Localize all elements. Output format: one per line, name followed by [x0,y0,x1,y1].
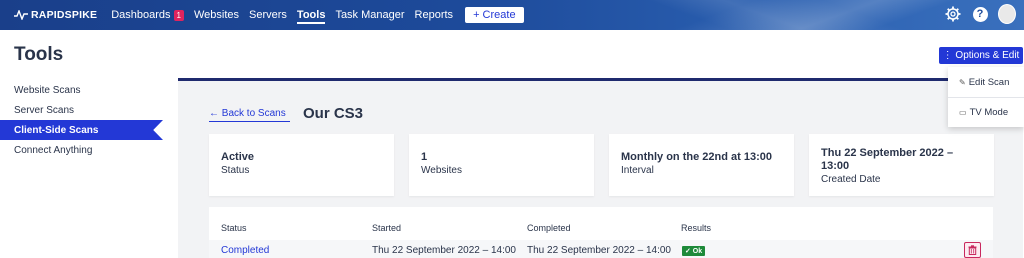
menu-item-edit-scan-label: Edit Scan [968,76,1010,88]
nav-dashboards[interactable]: Dashboards 1 [111,0,184,30]
delete-run-button[interactable] [964,242,981,258]
top-nav: RAPIDSPIKE Dashboards 1 Websites Servers… [0,0,1024,30]
menu-item-edit-scan[interactable]: ✎ Edit Scan [948,67,1024,97]
nav-servers[interactable]: Servers [249,0,287,30]
column-header-completed: Completed [527,223,571,233]
create-button[interactable]: + Create [465,7,524,23]
nav-tools[interactable]: Tools [296,0,325,30]
result-ok-badge: ✓ Ok [682,246,706,256]
run-completed: Thu 22 September 2022 – 14:00 [527,245,671,256]
question-mark-icon: ? [972,6,988,22]
interval-value: Monthly on the 22nd at 13:00 [621,151,772,163]
sidebar-item-connect-anything[interactable]: Connect Anything [0,140,165,160]
help-icon[interactable]: ? [971,5,989,23]
websites-card: 1 Websites [409,134,594,196]
nav-reports[interactable]: Reports [415,0,454,30]
sidebar-item-client-side-scans[interactable]: Client-Side Scans [0,120,163,140]
user-menu[interactable] [998,4,1016,24]
column-header-status: Status [221,223,247,233]
gear-icon[interactable] [944,5,962,23]
status-value: Active [221,151,255,163]
page-title: Tools [14,44,64,65]
sidebar: Website Scans Server Scans Client-Side S… [0,80,165,160]
created-date-card: Thu 22 September 2022 – 13:00 Created Da… [809,134,994,196]
back-to-scans-link[interactable]: ← Back to Scans [209,108,290,122]
created-date-label: Created Date [821,174,881,185]
sidebar-item-website-scans[interactable]: Website Scans [0,80,165,100]
websites-value: 1 [421,151,428,163]
dashboards-count-badge: 1 [173,9,184,21]
brand-name: RAPIDSPIKE [31,9,98,21]
options-edit-button[interactable]: ⋮ Options & Edit [939,47,1023,64]
sidebar-item-server-scans[interactable]: Server Scans [0,100,165,120]
column-header-results: Results [681,223,712,233]
top-icons: ? [935,4,1016,24]
tv-icon: ▭ [959,108,967,117]
scan-title: Our CS3 [303,105,364,122]
created-date-value: Thu 22 September 2022 – 13:00 [821,147,954,172]
rapidspike-logo-icon [14,10,28,20]
interval-card: Monthly on the 22nd at 13:00 Interval [609,134,794,196]
menu-item-tv-mode-label: TV Mode [969,107,1009,118]
column-header-started: Started [372,223,402,233]
nav-dashboards-label: Dashboards [111,9,171,21]
options-dropdown-menu: ✎ Edit Scan ▭ TV Mode [948,67,1024,127]
status-label: Status [221,165,250,176]
avatar [998,4,1016,24]
main-nav: Dashboards 1 Websites Servers Tools Task… [111,0,524,30]
run-status-link[interactable]: Completed [221,245,269,256]
brand-logo[interactable]: RAPIDSPIKE [14,9,97,21]
pencil-icon: ✎ [959,77,966,87]
nav-websites[interactable]: Websites [194,0,239,30]
nav-task-manager[interactable]: Task Manager [335,0,404,30]
menu-item-tv-mode[interactable]: ▭ TV Mode [948,97,1024,127]
run-started: Thu 22 September 2022 – 14:00 [372,245,516,256]
websites-label: Websites [421,165,462,176]
trash-icon [968,245,977,255]
interval-label: Interval [621,165,654,176]
status-card: Active Status [209,134,394,196]
